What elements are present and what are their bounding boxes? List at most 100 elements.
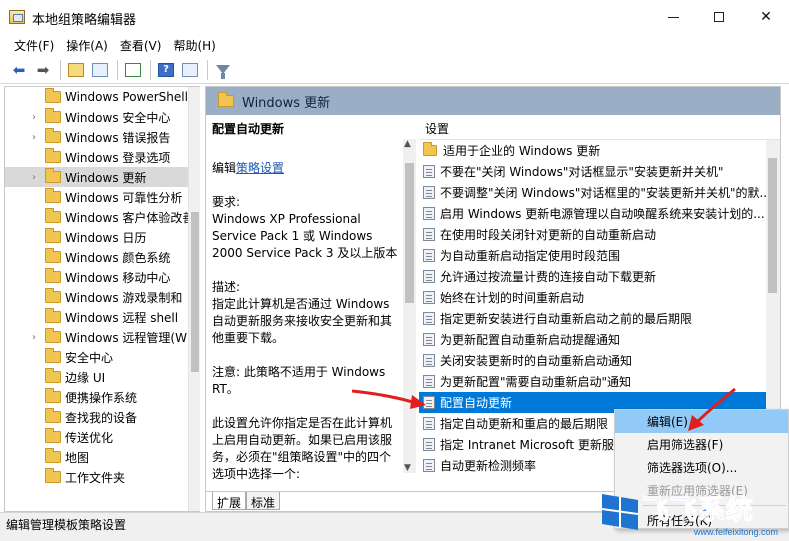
- menu-reapply-filter: 重新应用筛选器(E): [647, 484, 748, 498]
- folder-icon: [45, 268, 61, 283]
- policy-row[interactable]: 启用 Windows 更新电源管理以自动唤醒系统来安装计划的...: [419, 203, 766, 224]
- policy-row[interactable]: 允许通过按流量计费的连接自动下载更新: [419, 266, 766, 287]
- tree-item[interactable]: 边缘 UI: [5, 367, 200, 387]
- console-tree: Windows PowerShell › Windows 安全中心 › Windows …: [4, 86, 200, 512]
- toolbar: ⬅ ➡ ?: [0, 56, 789, 84]
- annotation-arrow-left: [351, 389, 426, 409]
- tree-item[interactable]: 地图: [5, 447, 200, 467]
- edit-prefix: 编辑: [212, 161, 237, 175]
- export-list-button[interactable]: [122, 59, 144, 81]
- tree-item[interactable]: Windows 移动中心: [5, 267, 200, 287]
- scroll-down-icon[interactable]: ▼: [404, 463, 411, 473]
- policy-label: 始终在计划的时间重新启动: [440, 291, 585, 305]
- policy-row[interactable]: 为自动重新启动指定使用时段范围: [419, 245, 766, 266]
- policy-label: 配置自动更新: [440, 396, 513, 410]
- description-label: 描述:: [212, 280, 241, 294]
- policy-icon: [423, 459, 435, 472]
- tree-scrollbar[interactable]: [188, 87, 200, 511]
- menu-bar: 文件(F) 操作(A) 查看(V) 帮助(H): [0, 34, 789, 56]
- filter-button[interactable]: [212, 59, 234, 81]
- filter-icon: [216, 65, 230, 79]
- folder-icon: [45, 348, 61, 363]
- show-tree-button[interactable]: [89, 59, 111, 81]
- folder-icon: [45, 428, 61, 443]
- tree-item[interactable]: Windows 可靠性分析: [5, 187, 200, 207]
- tree-item[interactable]: 工作文件夹: [5, 467, 200, 487]
- policy-icon: [423, 333, 435, 346]
- window-title: 本地组策略编辑器: [32, 13, 137, 28]
- tab-extended[interactable]: 扩展: [212, 492, 247, 510]
- folder-icon: [45, 188, 61, 203]
- scroll-up-icon[interactable]: ▲: [404, 139, 411, 149]
- tree-item-label: Windows 更新: [65, 170, 147, 185]
- tree-item[interactable]: 安全中心: [5, 347, 200, 367]
- policy-row[interactable]: 指定更新安装进行自动重新启动之前的最后期限: [419, 308, 766, 329]
- tree-item[interactable]: Windows 远程 shell: [5, 307, 200, 327]
- tree-item-label: Windows 移动中心: [65, 270, 171, 285]
- tree-item[interactable]: 查找我的设备: [5, 407, 200, 427]
- help-button[interactable]: ?: [155, 59, 177, 81]
- policy-label: 适用于企业的 Windows 更新: [443, 144, 601, 158]
- menu-help[interactable]: 帮助(H): [167, 34, 221, 56]
- folder-up-icon: [68, 62, 84, 77]
- tree-item[interactable]: Windows 游戏录制和: [5, 287, 200, 307]
- policy-label: 为自动重新启动指定使用时段范围: [440, 249, 621, 263]
- annotation-arrow-right: [688, 387, 736, 431]
- settings-column-header[interactable]: 设置: [419, 117, 780, 140]
- tab-standard[interactable]: 标准: [246, 492, 281, 510]
- menu-enable-filter[interactable]: 启用筛选器(F): [615, 433, 788, 456]
- tree-item-label: 查找我的设备: [65, 410, 138, 425]
- policy-label: 指定更新安装进行自动重新启动之前的最后期限: [440, 312, 693, 326]
- tree-item-label: 边缘 UI: [65, 370, 106, 385]
- close-button[interactable]: ✕: [743, 0, 789, 34]
- folder-icon: [45, 328, 61, 343]
- description-scroll-thumb[interactable]: [405, 163, 414, 303]
- tree-item[interactable]: › Windows 远程管理(W: [5, 327, 200, 347]
- settings-folder-row[interactable]: 适用于企业的 Windows 更新: [419, 140, 766, 161]
- menu-view[interactable]: 查看(V): [114, 34, 168, 56]
- policy-label: 在使用时段关闭针对更新的自动重新启动: [440, 228, 657, 242]
- tree-item[interactable]: Windows 登录选项: [5, 147, 200, 167]
- policy-label: 允许通过按流量计费的连接自动下载更新: [440, 270, 657, 284]
- tree-item[interactable]: › Windows 安全中心: [5, 107, 200, 127]
- policy-label: 为更新配置"需要自动重新启动"通知: [440, 375, 632, 389]
- edit-policy-link[interactable]: 策略设置: [236, 161, 284, 175]
- tree-scroll-thumb[interactable]: [191, 212, 199, 372]
- forward-button[interactable]: ➡: [32, 59, 54, 81]
- chevron-right-icon[interactable]: ›: [27, 332, 41, 343]
- tree-item[interactable]: › Windows 错误报告: [5, 127, 200, 147]
- tree-item[interactable]: Windows PowerShell: [5, 87, 200, 107]
- menu-file[interactable]: 文件(F): [8, 34, 60, 56]
- tree-item[interactable]: Windows 客户体验改善: [5, 207, 200, 227]
- settings-scroll-thumb[interactable]: [768, 158, 777, 293]
- folder-icon: [45, 448, 61, 463]
- menu-action[interactable]: 操作(A): [60, 34, 114, 56]
- menu-all-tasks[interactable]: 所有任务(K): [615, 509, 788, 532]
- policy-row[interactable]: 不要在"关闭 Windows"对话框显示"安装更新并关机": [419, 161, 766, 182]
- policy-description: 配置自动更新 编辑策略设置 要求: Windows XP Professiona…: [212, 121, 402, 481]
- tree-item[interactable]: Windows 日历: [5, 227, 200, 247]
- policy-row[interactable]: 在使用时段关闭针对更新的自动重新启动: [419, 224, 766, 245]
- tree-item-label: Windows 颜色系统: [65, 250, 171, 265]
- back-button[interactable]: ⬅: [8, 59, 30, 81]
- description-title: 配置自动更新: [212, 122, 285, 136]
- tree-item[interactable]: 便携操作系统: [5, 387, 200, 407]
- maximize-button[interactable]: [696, 0, 742, 34]
- properties-button[interactable]: [179, 59, 201, 81]
- description-scrollbar[interactable]: ▲ ▼: [403, 139, 416, 473]
- chevron-right-icon[interactable]: ›: [27, 132, 41, 143]
- up-folder-button[interactable]: [65, 59, 87, 81]
- chevron-right-icon[interactable]: ›: [27, 112, 41, 123]
- tree-item[interactable]: Windows 颜色系统: [5, 247, 200, 267]
- policy-label: 指定 Intranet Microsoft 更新服: [440, 438, 614, 452]
- chevron-right-icon[interactable]: ›: [27, 172, 41, 183]
- policy-row[interactable]: 为更新配置自动重新启动提醒通知: [419, 329, 766, 350]
- policy-row[interactable]: 始终在计划的时间重新启动: [419, 287, 766, 308]
- policy-row[interactable]: 不要调整"关闭 Windows"对话框里的"安装更新并关机"的默...: [419, 182, 766, 203]
- policy-icon: [423, 186, 435, 199]
- tree-item[interactable]: 传送优化: [5, 427, 200, 447]
- menu-filter-options[interactable]: 筛选器选项(O)...: [615, 456, 788, 479]
- tree-item[interactable]: › Windows 更新: [5, 167, 200, 187]
- policy-row[interactable]: 关闭安装更新时的自动重新启动通知: [419, 350, 766, 371]
- minimize-button[interactable]: [650, 0, 696, 34]
